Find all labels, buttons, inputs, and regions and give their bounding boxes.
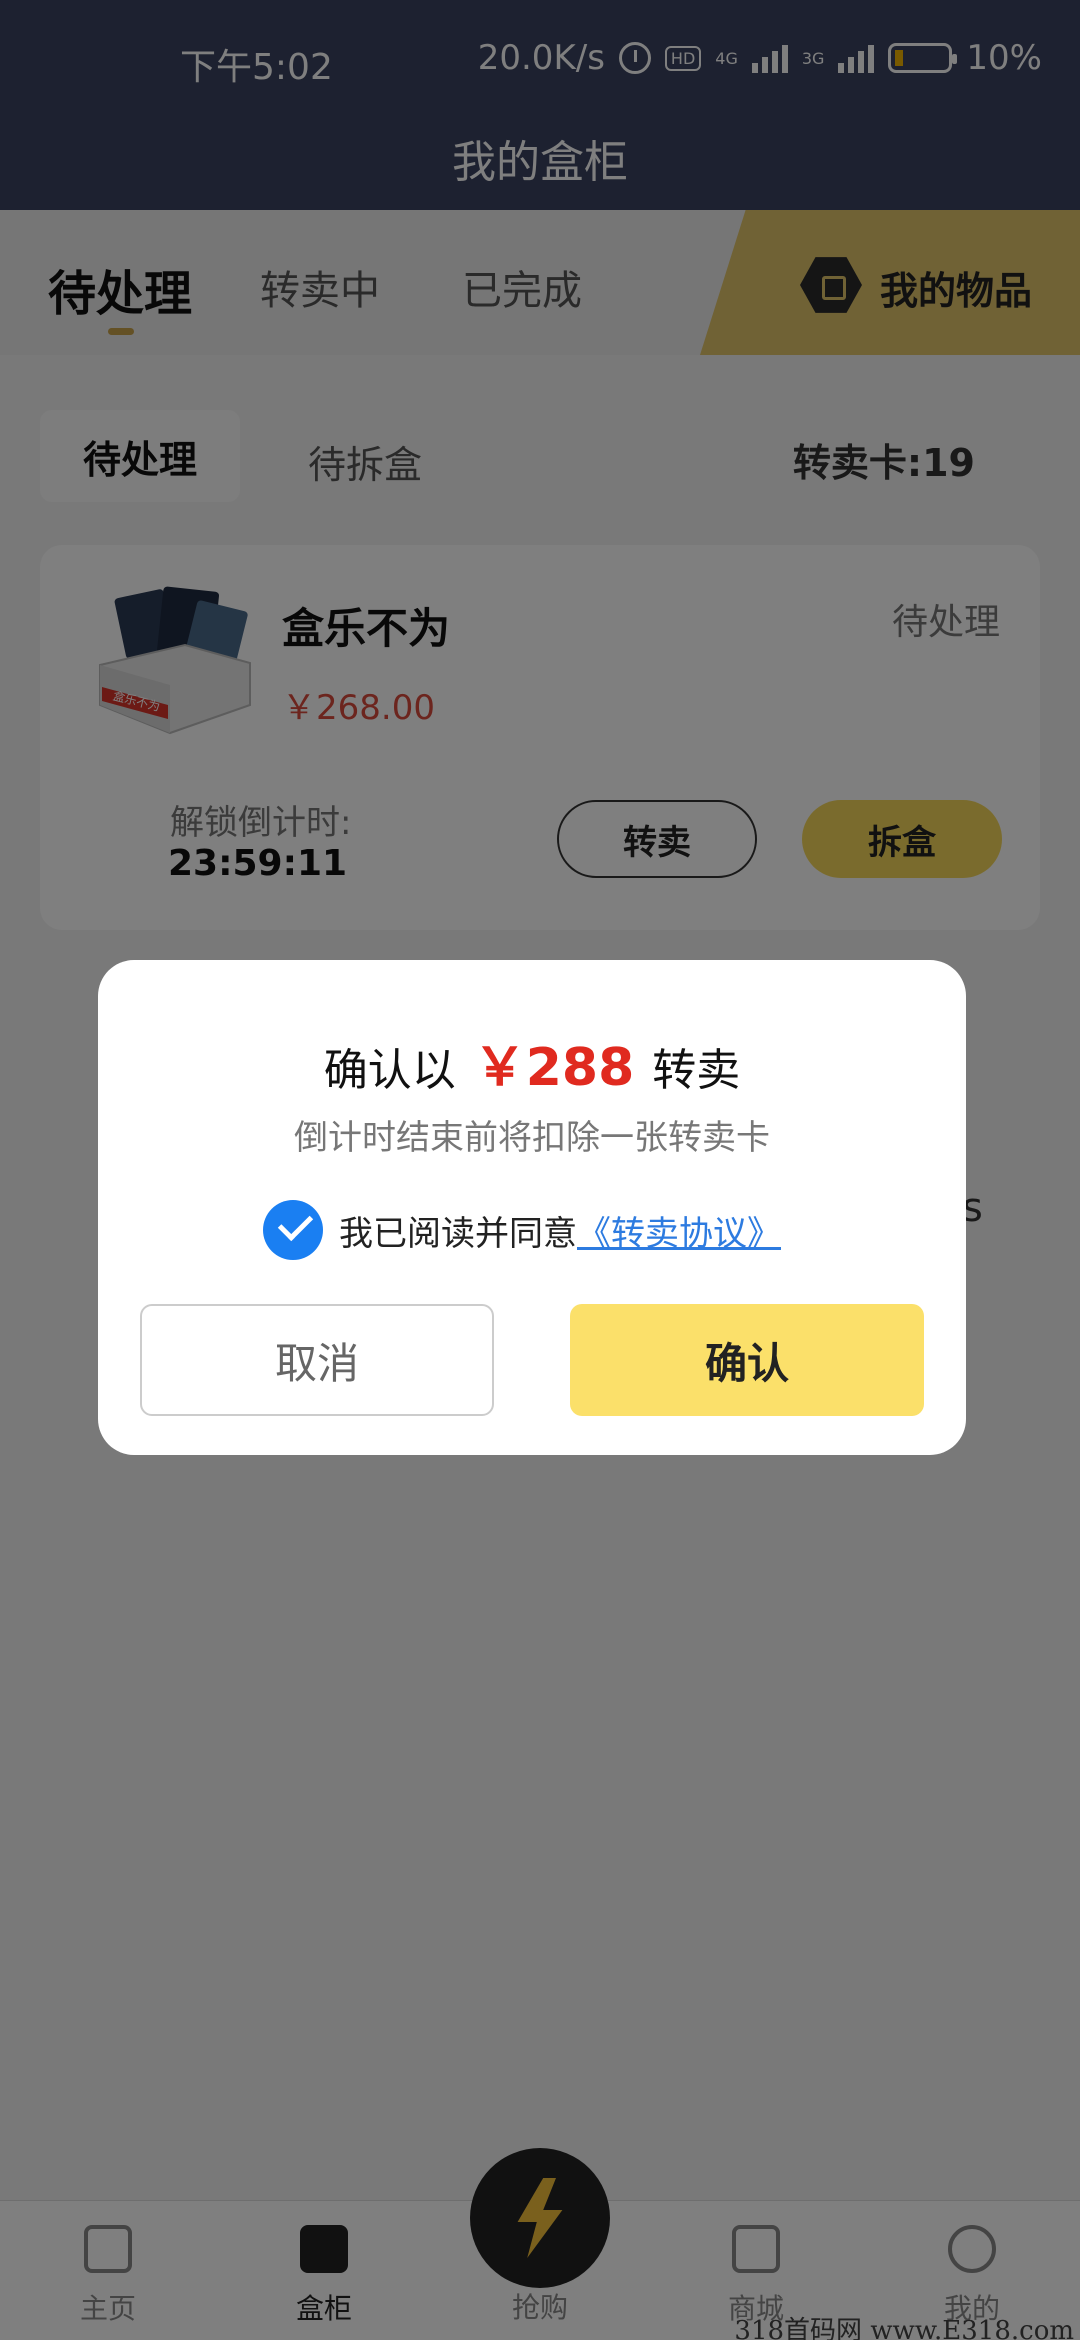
resell-confirm-dialog: 确认以 ￥288 转卖 倒计时结束前将扣除一张转卖卡 我已阅读并同意 《转卖协议》 … <box>98 960 966 1455</box>
dialog-title-suffix: 转卖 <box>652 1045 741 1096</box>
dialog-title-prefix: 确认以 <box>323 1045 456 1096</box>
watermark: 318首码网 www.E318.com <box>734 2316 1074 2340</box>
agreement-link[interactable]: 《转卖协议》 <box>577 1206 781 1255</box>
dialog-subtitle: 倒计时结束前将扣除一张转卖卡 <box>294 1118 770 1158</box>
agreement-text: 我已阅读并同意 <box>339 1213 577 1254</box>
checkbox-checked-icon[interactable] <box>263 1200 323 1260</box>
dialog-title: 确认以 ￥288 转卖 <box>98 1025 966 1100</box>
confirm-button[interactable]: 确认 <box>570 1304 924 1416</box>
agreement-row: 我已阅读并同意 《转卖协议》 <box>263 1200 781 1260</box>
cancel-button[interactable]: 取消 <box>140 1304 494 1416</box>
dialog-amount: ￥288 <box>473 1038 635 1098</box>
